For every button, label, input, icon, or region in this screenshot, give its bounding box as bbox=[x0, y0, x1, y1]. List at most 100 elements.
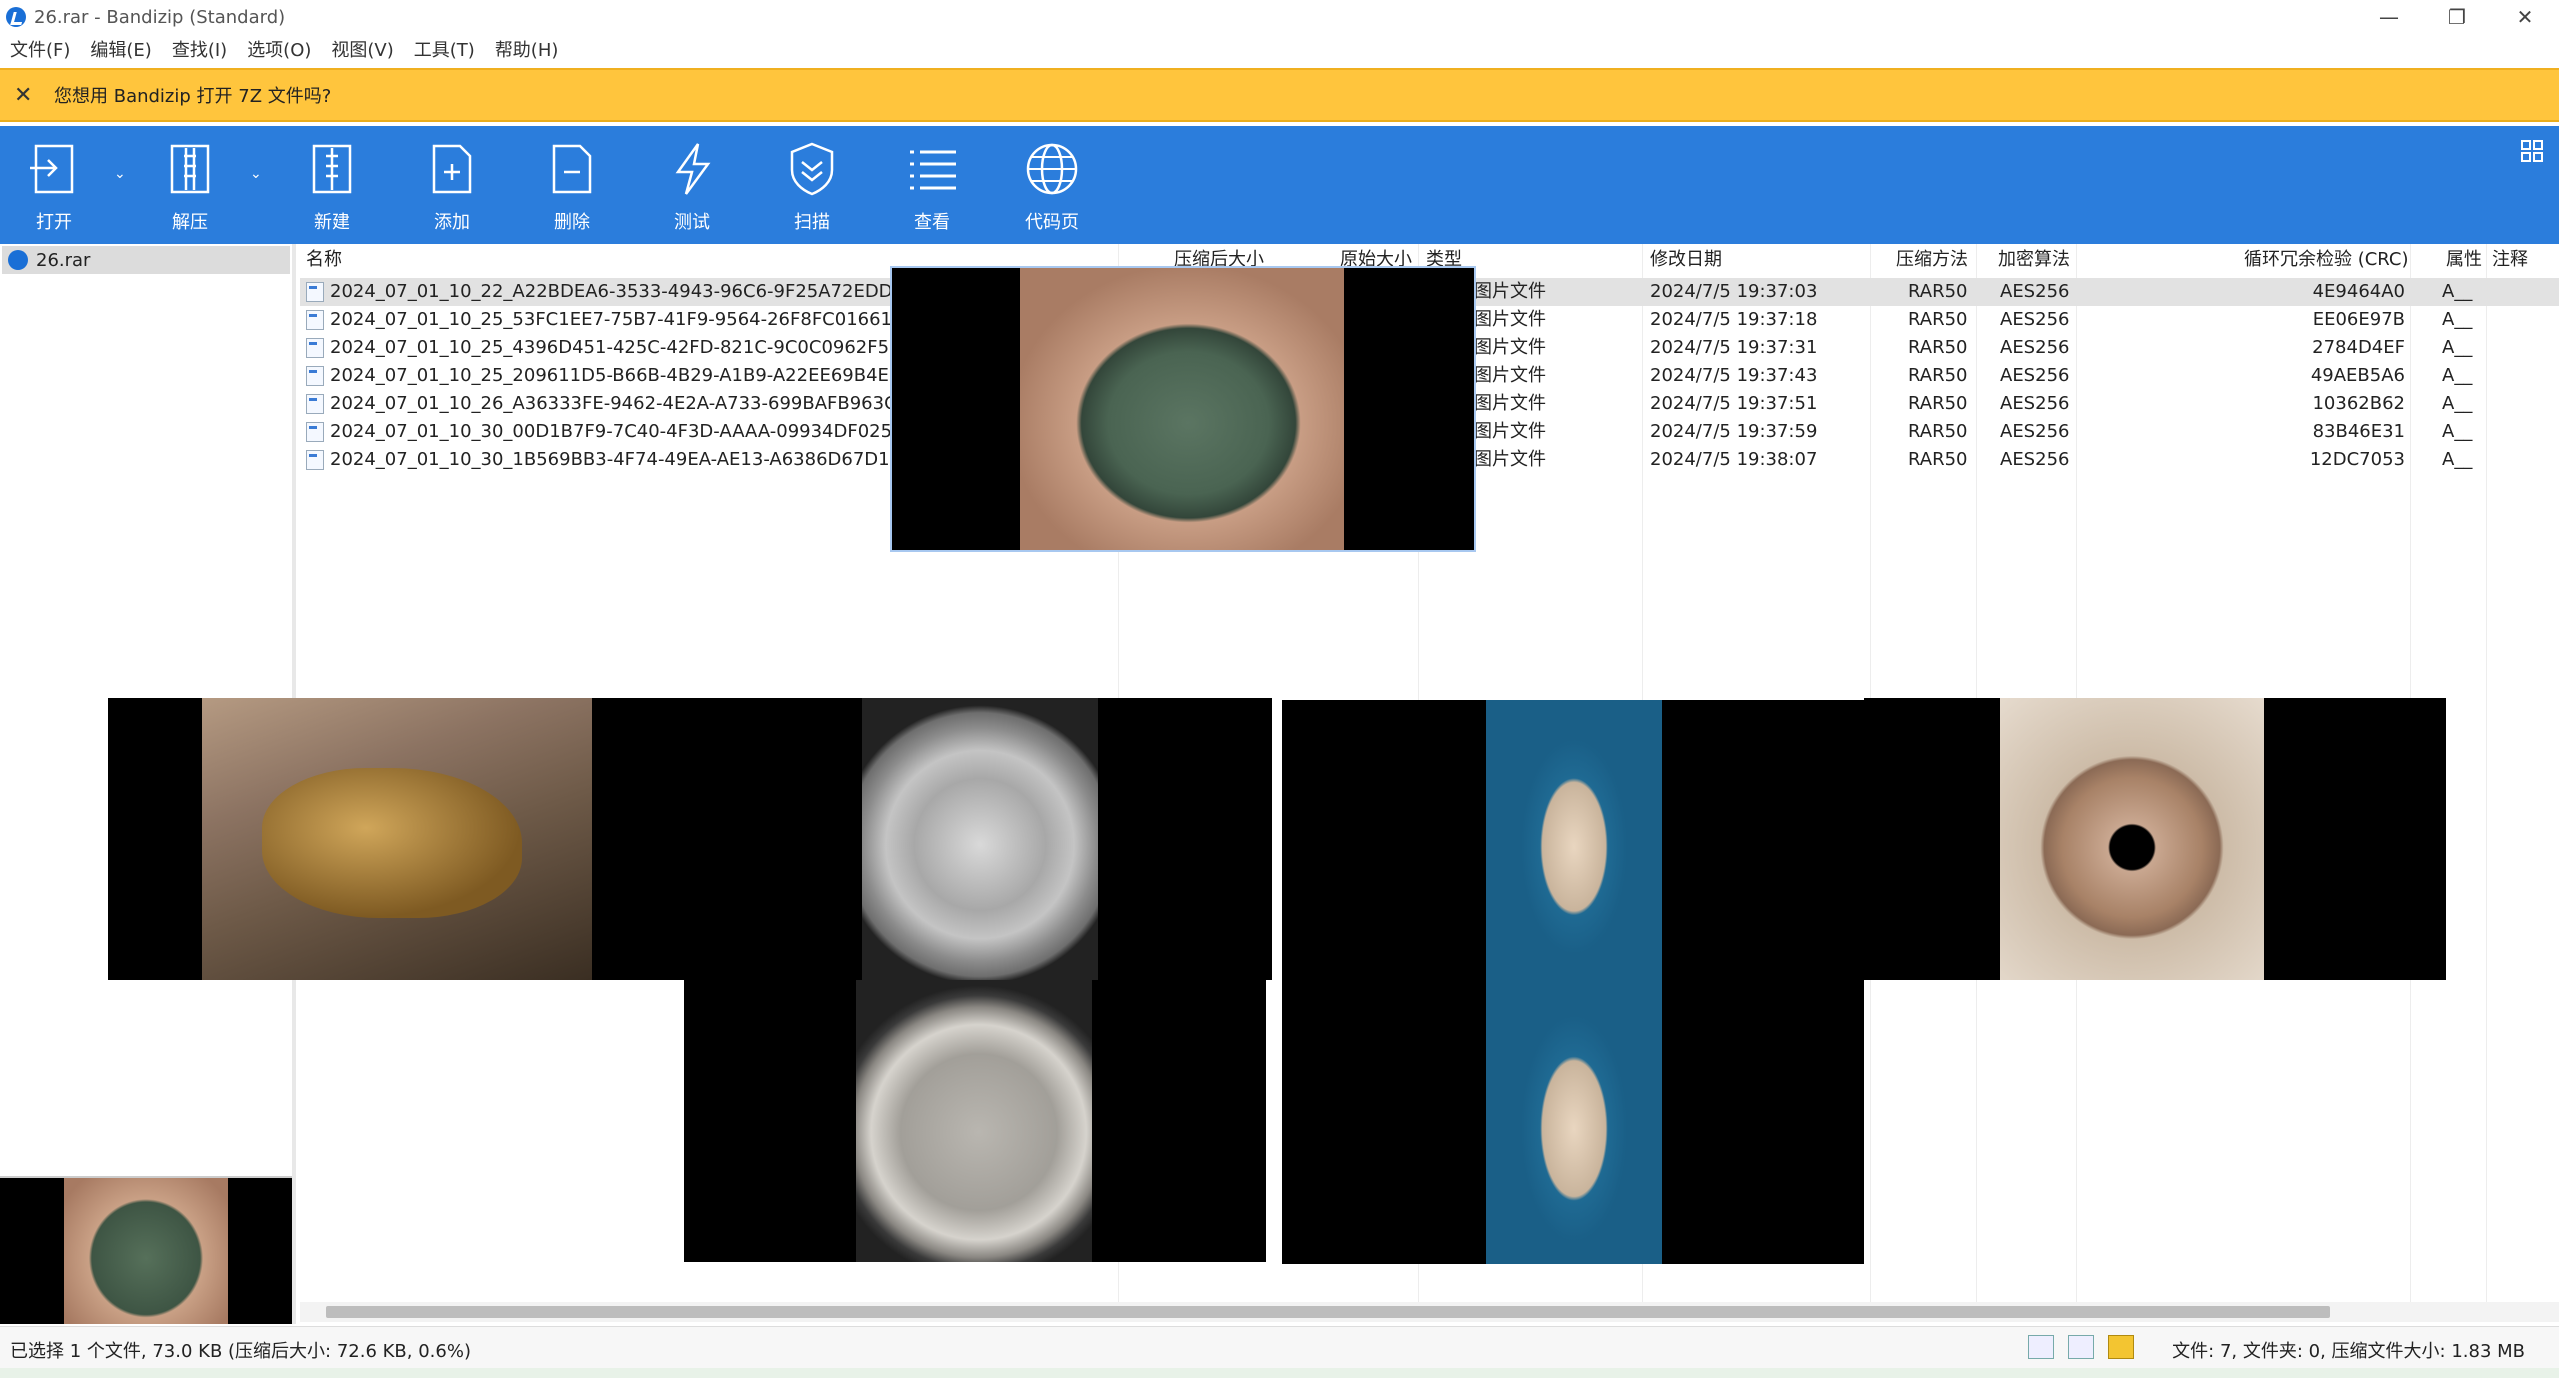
extract-button[interactable]: 解压 bbox=[140, 140, 240, 240]
cell-date: 2024/7/5 19:37:18 bbox=[1650, 309, 1818, 330]
cell-method: RAR50 bbox=[1908, 449, 1968, 470]
selection-status: 已选择 1 个文件, 73.0 KB (压缩后大小: 72.6 KB, 0.6%… bbox=[10, 1341, 471, 1362]
cell-date: 2024/7/5 19:37:51 bbox=[1650, 393, 1818, 414]
new-archive-icon bbox=[312, 144, 352, 194]
close-button[interactable]: ✕ bbox=[2491, 0, 2559, 34]
notification-text[interactable]: 您想用 Bandizip 打开 7Z 文件吗? bbox=[54, 82, 331, 108]
silver-plate-photo bbox=[862, 698, 1098, 980]
cell-attr: A__ bbox=[2442, 449, 2473, 470]
menu-file[interactable]: 文件(F) bbox=[10, 36, 70, 62]
image-file-icon bbox=[306, 394, 324, 414]
menu-help[interactable]: 帮助(H) bbox=[495, 36, 559, 62]
cell-type: 图片文件 bbox=[1474, 421, 1546, 442]
archive-info-icon[interactable] bbox=[2108, 1335, 2134, 1359]
cell-type: 图片文件 bbox=[1474, 365, 1546, 386]
cell-enc: AES256 bbox=[2000, 365, 2070, 386]
details-view-icon[interactable] bbox=[2028, 1335, 2054, 1359]
preview-view-icon[interactable] bbox=[2068, 1335, 2094, 1359]
thumbnail-brass-ornament[interactable] bbox=[108, 698, 690, 980]
codepage-label: 代码页 bbox=[1025, 212, 1079, 233]
cell-enc: AES256 bbox=[2000, 393, 2070, 414]
add-file-icon bbox=[432, 144, 472, 194]
cell-date: 2024/7/5 19:37:03 bbox=[1650, 281, 1818, 302]
menu-bar: 文件(F) 编辑(E) 查找(I) 选项(O) 视图(V) 工具(T) 帮助(H… bbox=[0, 34, 2559, 64]
notification-close-icon[interactable]: ✕ bbox=[14, 83, 44, 108]
horizontal-scrollbar[interactable] bbox=[326, 1306, 2330, 1318]
column-comment[interactable]: 注释 bbox=[2492, 244, 2528, 276]
test-label: 测试 bbox=[674, 212, 710, 233]
menu-view[interactable]: 视图(V) bbox=[331, 36, 393, 62]
cell-type: 图片文件 bbox=[1474, 393, 1546, 414]
image-file-icon bbox=[306, 282, 324, 302]
cell-date: 2024/7/5 19:37:31 bbox=[1650, 337, 1818, 358]
jade-bi-disc-photo bbox=[2000, 698, 2264, 980]
cell-type: 图片文件 bbox=[1474, 281, 1546, 302]
thumbnail-bronze-disc[interactable] bbox=[892, 268, 1474, 550]
open-dropdown-icon[interactable]: ⌄ bbox=[114, 166, 126, 182]
image-file-icon bbox=[306, 310, 324, 330]
scan-button[interactable]: 扫描 bbox=[762, 140, 862, 240]
view-list-icon bbox=[910, 150, 956, 190]
delete-button[interactable]: 删除 bbox=[522, 140, 622, 240]
cell-crc: EE06E97B bbox=[2312, 309, 2405, 330]
thumbnail-jade-bi-disc[interactable] bbox=[1864, 698, 2446, 980]
minimize-button[interactable]: — bbox=[2355, 0, 2423, 34]
cell-crc: 4E9464A0 bbox=[2312, 281, 2405, 302]
cell-method: RAR50 bbox=[1908, 337, 1968, 358]
status-bar: 已选择 1 个文件, 73.0 KB (压缩后大小: 72.6 KB, 0.6%… bbox=[0, 1326, 2559, 1368]
new-archive-button[interactable]: 新建 bbox=[282, 140, 382, 240]
window-title: 26.rar - Bandizip (Standard) bbox=[34, 6, 286, 28]
cell-attr: A__ bbox=[2442, 281, 2473, 302]
cell-method: RAR50 bbox=[1908, 365, 1968, 386]
scan-shield-icon bbox=[790, 142, 834, 196]
layout-grid-icon[interactable] bbox=[2521, 140, 2543, 162]
menu-options[interactable]: 选项(O) bbox=[247, 36, 311, 62]
archive-icon bbox=[8, 250, 28, 270]
cell-attr: A__ bbox=[2442, 309, 2473, 330]
column-name[interactable]: 名称 bbox=[306, 244, 342, 276]
thumbnail-jade-carving-1[interactable] bbox=[1282, 700, 1864, 982]
column-modified[interactable]: 修改日期 bbox=[1650, 244, 1722, 276]
maximize-button[interactable]: ❐ bbox=[2423, 0, 2491, 34]
thumbnail-pewter-plate[interactable] bbox=[684, 980, 1266, 1262]
association-notification: ✕ 您想用 Bandizip 打开 7Z 文件吗? bbox=[0, 68, 2559, 122]
cell-method: RAR50 bbox=[1908, 309, 1968, 330]
extract-dropdown-icon[interactable]: ⌄ bbox=[250, 166, 262, 182]
test-button[interactable]: 测试 bbox=[642, 140, 742, 240]
column-crc[interactable]: 循环冗余检验 (CRC) bbox=[2244, 244, 2409, 276]
extract-label: 解压 bbox=[172, 212, 208, 233]
cell-method: RAR50 bbox=[1908, 393, 1968, 414]
cell-date: 2024/7/5 19:37:59 bbox=[1650, 421, 1818, 442]
open-button[interactable]: 打开 bbox=[4, 140, 104, 240]
add-button[interactable]: 添加 bbox=[402, 140, 502, 240]
bandizip-app-icon bbox=[6, 7, 26, 27]
bottom-strip bbox=[0, 1368, 2559, 1378]
codepage-button[interactable]: 代码页 bbox=[1002, 140, 1102, 240]
thumbnail-silver-plate[interactable] bbox=[690, 698, 1272, 980]
column-encryption[interactable]: 加密算法 bbox=[1998, 244, 2070, 276]
menu-find[interactable]: 查找(I) bbox=[172, 36, 227, 62]
view-button[interactable]: 查看 bbox=[882, 140, 982, 240]
menu-tools[interactable]: 工具(T) bbox=[414, 36, 475, 62]
archive-summary-status: 文件: 7, 文件夹: 0, 压缩文件大小: 1.83 MB bbox=[2172, 1341, 2525, 1362]
tree-item-label: 26.rar bbox=[36, 249, 91, 271]
view-label: 查看 bbox=[914, 212, 950, 233]
cell-enc: AES256 bbox=[2000, 309, 2070, 330]
menu-edit[interactable]: 编辑(E) bbox=[90, 36, 151, 62]
tree-item-archive-root[interactable]: 26.rar bbox=[2, 246, 290, 274]
thumbnail-jade-carving-2[interactable] bbox=[1282, 982, 1864, 1264]
column-method[interactable]: 压缩方法 bbox=[1896, 244, 1968, 276]
open-icon bbox=[30, 144, 74, 194]
cell-enc: AES256 bbox=[2000, 449, 2070, 470]
jade-carving-2-photo bbox=[1486, 982, 1662, 1264]
cell-crc: 10362B62 bbox=[2312, 393, 2405, 414]
cell-enc: AES256 bbox=[2000, 281, 2070, 302]
test-lightning-icon bbox=[675, 143, 711, 195]
cell-type: 图片文件 bbox=[1474, 309, 1546, 330]
column-attributes[interactable]: 属性 bbox=[2446, 244, 2482, 276]
jade-carving-1-photo bbox=[1486, 700, 1662, 982]
cell-type: 图片文件 bbox=[1474, 449, 1546, 470]
bronze-disc-photo bbox=[1020, 268, 1344, 550]
codepage-globe-icon bbox=[1026, 143, 1078, 195]
toolbar: 打开 ⌄ 解压 ⌄ 新建 添加 删除 测试 扫描 查看 代码页 bbox=[0, 126, 2559, 244]
